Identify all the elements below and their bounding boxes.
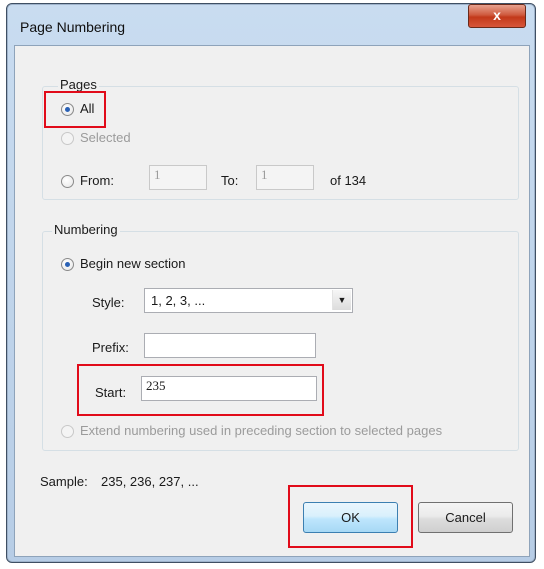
extend-numbering-label[interactable]: Extend numbering used in preceding secti… [80,423,442,438]
pages-legend: Pages [58,77,99,92]
numbering-legend: Numbering [52,222,120,237]
begin-new-section-radio[interactable] [61,258,74,271]
selected-label[interactable]: Selected [80,130,131,145]
style-dropdown[interactable]: 1, 2, 3, ... ▼ [144,288,353,313]
all-highlight-box [44,91,106,128]
from-label[interactable]: From: [80,173,114,188]
from-radio[interactable] [61,175,74,188]
close-icon: x [493,7,501,23]
all-label[interactable]: All [80,101,94,116]
style-dropdown-value: 1, 2, 3, ... [151,293,206,308]
from-field[interactable]: 1 [149,165,207,190]
extend-numbering-radio[interactable] [61,425,74,438]
ok-button[interactable]: OK [303,502,398,533]
style-label: Style: [92,295,125,310]
dialog-title: Page Numbering [20,19,126,35]
begin-new-section-label[interactable]: Begin new section [80,256,186,271]
page-count-text: of 134 [330,173,367,188]
prefix-label: Prefix: [92,340,129,355]
to-field[interactable]: 1 [256,165,314,190]
start-label: Start: [95,385,127,400]
chevron-down-icon[interactable]: ▼ [332,290,351,310]
selected-radio[interactable] [61,132,74,145]
close-button[interactable]: x [468,4,526,28]
to-label: To: [221,173,239,188]
start-field[interactable]: 235 [141,376,317,401]
cancel-button[interactable]: Cancel [418,502,513,533]
sample-label: Sample: [40,474,88,489]
all-radio[interactable] [61,103,74,116]
prefix-field[interactable] [144,333,316,358]
sample-value: 235, 236, 237, ... [101,474,199,489]
